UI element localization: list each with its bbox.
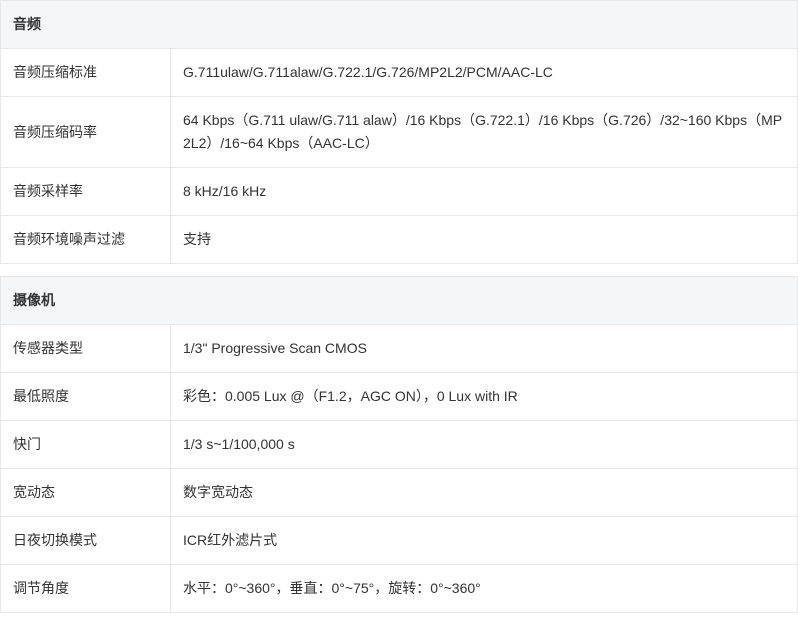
section-title: 摄像机	[0, 276, 798, 325]
spec-value: 支持	[170, 215, 798, 264]
spec-table-camera: 摄像机 传感器类型 1/3" Progressive Scan CMOS 最低照…	[0, 276, 798, 613]
spec-value: 水平：0°~360°，垂直：0°~75°，旋转：0°~360°	[170, 564, 798, 613]
spec-value: 数字宽动态	[170, 468, 798, 517]
table-row: 调节角度 水平：0°~360°，垂直：0°~75°，旋转：0°~360°	[0, 564, 798, 613]
spec-key: 音频环境噪声过滤	[0, 215, 171, 264]
spec-key: 快门	[0, 420, 171, 469]
section-title: 音频	[0, 0, 798, 49]
spec-key: 最低照度	[0, 372, 171, 421]
spec-key: 调节角度	[0, 564, 171, 613]
spec-value: ICR红外滤片式	[170, 516, 798, 565]
table-row: 日夜切换模式 ICR红外滤片式	[0, 516, 798, 565]
table-row: 最低照度 彩色：0.005 Lux @（F1.2，AGC ON），0 Lux w…	[0, 372, 798, 421]
section-header-audio: 音频	[0, 0, 798, 49]
spec-key: 传感器类型	[0, 324, 171, 373]
table-row: 音频压缩码率 64 Kbps（G.711 ulaw/G.711 alaw）/16…	[0, 96, 798, 168]
section-header-camera: 摄像机	[0, 276, 798, 325]
table-row: 宽动态 数字宽动态	[0, 468, 798, 517]
spec-value: 彩色：0.005 Lux @（F1.2，AGC ON），0 Lux with I…	[170, 372, 798, 421]
spec-key: 音频压缩标准	[0, 48, 171, 97]
spec-key: 音频采样率	[0, 167, 171, 216]
spec-table-audio: 音频 音频压缩标准 G.711ulaw/G.711alaw/G.722.1/G.…	[0, 0, 798, 264]
table-row: 快门 1/3 s~1/100,000 s	[0, 420, 798, 469]
spec-value: G.711ulaw/G.711alaw/G.722.1/G.726/MP2L2/…	[170, 48, 798, 97]
table-row: 音频压缩标准 G.711ulaw/G.711alaw/G.722.1/G.726…	[0, 48, 798, 97]
spec-value: 8 kHz/16 kHz	[170, 167, 798, 216]
spec-value: 64 Kbps（G.711 ulaw/G.711 alaw）/16 Kbps（G…	[170, 96, 798, 168]
spec-key: 宽动态	[0, 468, 171, 517]
spec-value: 1/3" Progressive Scan CMOS	[170, 324, 798, 373]
spec-key: 日夜切换模式	[0, 516, 171, 565]
table-row: 传感器类型 1/3" Progressive Scan CMOS	[0, 324, 798, 373]
spec-key: 音频压缩码率	[0, 96, 171, 168]
table-row: 音频环境噪声过滤 支持	[0, 215, 798, 264]
spec-value: 1/3 s~1/100,000 s	[170, 420, 798, 469]
table-row: 音频采样率 8 kHz/16 kHz	[0, 167, 798, 216]
